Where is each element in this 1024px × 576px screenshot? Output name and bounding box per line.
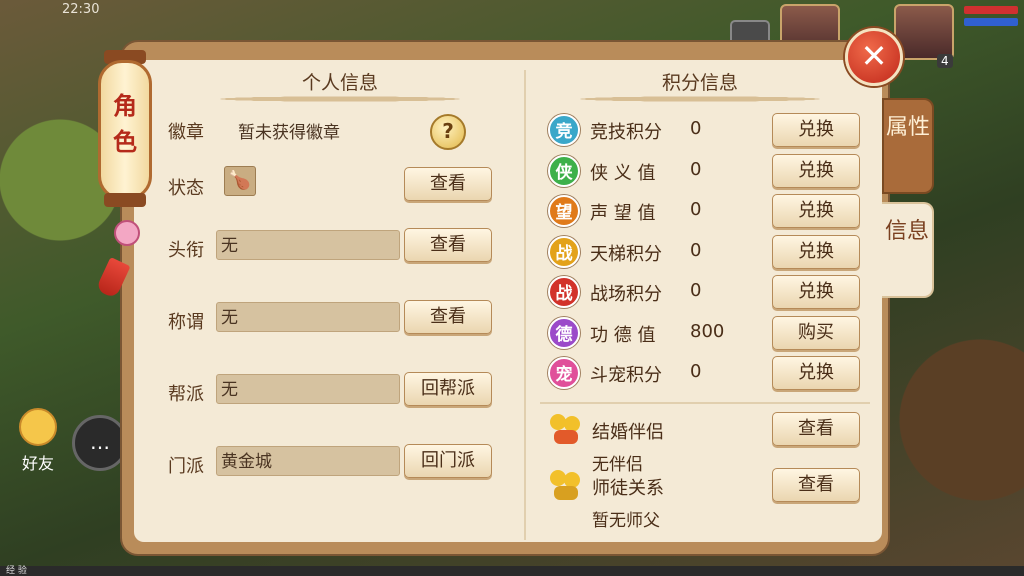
status-label: 状态 [168,178,204,199]
score-action-button-6[interactable]: 兑换 [772,356,860,390]
badge-label: 徽章 [168,122,204,143]
score-icon-1: 侠 [548,154,580,187]
score-action-button-2[interactable]: 兑换 [772,194,860,228]
score-icon-2: 望 [548,195,580,227]
chat-bubble-icon: … [90,430,110,454]
mentor-label: 师徒关系 [592,478,664,499]
score-icon-3: 战 [548,235,580,268]
charm-icon [114,220,140,246]
appellation-field: 无 [216,302,400,332]
score-icon-0: 竞 [548,114,580,146]
score-value-3: 0 [690,239,702,261]
score-action-button-0[interactable]: 兑换 [772,113,860,147]
score-value-0: 0 [690,118,702,139]
score-value-6: 0 [690,361,702,382]
score-value-1: 0 [690,158,702,180]
score-value-5: 800 [690,320,725,342]
score-label-0: 竞技积分 [590,122,662,143]
personal-info-title: 个人信息 [200,66,480,102]
mentor-icon [548,470,582,502]
score-icon-5: 德 [548,316,580,349]
close-icon: ✕ [860,37,888,75]
score-label-4: 战场积分 [590,284,662,305]
appellation-view-button[interactable]: 查看 [404,300,492,334]
faction-label: 帮派 [168,384,204,405]
tab-info[interactable]: 信息 [882,202,934,298]
clock-text: 22:30 [62,2,100,17]
title-view-button[interactable]: 查看 [404,228,492,262]
hp-mp-bars [964,6,1018,30]
score-label-6: 斗宠积分 [590,365,662,386]
help-button[interactable]: ? [430,114,466,150]
player-portrait[interactable] [894,4,954,60]
score-value-4: 0 [690,280,702,301]
friends-button[interactable]: 好友 [12,408,64,474]
title-label: 头衔 [168,240,204,261]
faction-field: 无 [216,374,400,404]
score-action-button-3[interactable]: 兑换 [772,234,860,269]
friends-label: 好友 [21,454,54,473]
mentor-value: 暂无师父 [592,511,660,531]
score-action-button-5[interactable]: 购买 [772,315,860,350]
score-action-button-1[interactable]: 兑换 [772,153,860,188]
score-info-title: 积分信息 [560,66,840,102]
roast-chicken-icon[interactable]: 🍗 [224,166,256,196]
appellation-label: 称谓 [168,312,204,333]
marriage-label: 结婚伴侣 [592,422,664,443]
close-button[interactable]: ✕ [845,28,903,86]
couple-icon [548,414,582,446]
score-label-3: 天梯积分 [590,243,662,265]
title-field: 无 [216,230,400,260]
marriage-view-button[interactable]: 查看 [772,412,860,446]
player-level: 4 [937,54,953,68]
return-sect-button[interactable]: 回门派 [404,444,492,478]
score-value-2: 0 [690,199,702,220]
marriage-value: 无伴侣 [592,455,643,475]
score-label-5: 功 德 值 [590,324,656,346]
sect-field: 黄金城 [216,446,400,476]
sect-label: 门派 [168,456,204,477]
lantern-bottom [104,193,146,207]
return-faction-button[interactable]: 回帮派 [404,372,492,406]
panel-divider [524,70,526,540]
tab-attributes[interactable]: 属性 [882,98,934,194]
score-label-1: 侠 义 值 [590,162,656,184]
score-label-2: 声 望 值 [590,203,656,224]
score-icon-6: 宠 [548,357,580,389]
friends-icon [19,408,57,446]
exp-label: 经 验 [6,566,27,576]
status-view-button[interactable]: 查看 [404,167,492,201]
mentor-view-button[interactable]: 查看 [772,468,860,502]
exp-bar: 经 验 [0,566,1024,576]
relations-divider [540,402,870,404]
lantern-title: 角色 [113,92,137,156]
score-icon-4: 战 [548,276,580,308]
badge-value: 暂未获得徽章 [238,123,340,143]
score-action-button-4[interactable]: 兑换 [772,275,860,309]
